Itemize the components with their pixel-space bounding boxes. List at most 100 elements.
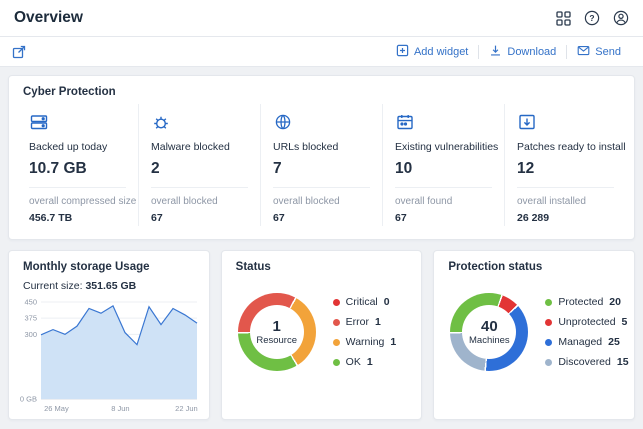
- svg-text:?: ?: [589, 13, 594, 23]
- malware-icon: [151, 112, 248, 132]
- donut-center-value: 1: [273, 319, 281, 334]
- stat-divider: [395, 187, 492, 188]
- svg-text:450: 450: [24, 298, 37, 307]
- popout-icon[interactable]: [12, 45, 26, 59]
- apps-icon[interactable]: [556, 11, 571, 26]
- stat-existing-vulnerabilities: Existing vulnerabilities 10 overall foun…: [382, 104, 504, 226]
- stat-sub-value: 26 289: [517, 212, 614, 224]
- stat-divider: [29, 187, 126, 188]
- send-label: Send: [595, 46, 621, 58]
- donut-center-value: 40: [481, 319, 498, 334]
- stat-sub-label: overall found: [395, 196, 492, 207]
- legend-label: Unprotected: [558, 316, 615, 328]
- legend-dot: [333, 319, 340, 326]
- legend-item-warning: Warning 1: [333, 336, 397, 348]
- legend-dot: [545, 339, 552, 346]
- protection-donut-chart: 40 Machines: [450, 293, 528, 371]
- svg-text:26 May: 26 May: [44, 404, 69, 413]
- dashboard-content: Cyber Protection Backed up today 10.7 GB…: [0, 67, 643, 429]
- stat-divider: [517, 187, 614, 188]
- donut-center-label: Resource: [256, 335, 297, 346]
- stat-value: 10.7 GB: [29, 160, 126, 178]
- current-size-label: Current size:: [23, 280, 83, 292]
- stat-divider: [273, 187, 370, 188]
- stat-malware-blocked: Malware blocked 2 overall blocked 67: [138, 104, 260, 226]
- help-icon[interactable]: ?: [584, 10, 600, 26]
- protection-chart-area: 40 Machines Protected 20 Unprotected: [434, 277, 634, 371]
- legend-item-protected: Protected 20: [545, 296, 626, 308]
- send-icon: [577, 44, 590, 60]
- legend-dot: [545, 319, 552, 326]
- legend-item-unprotected: Unprotected 5: [545, 316, 626, 328]
- legend-label: Warning: [346, 336, 385, 348]
- widget-toolbar: Add widget Download Send: [0, 37, 643, 67]
- stat-value: 12: [517, 160, 614, 178]
- legend-dot: [333, 359, 340, 366]
- widget-title: Monthly storage Usage: [9, 251, 209, 277]
- legend-value: 1: [375, 316, 381, 328]
- widgets-row: Monthly storage Usage Current size: 351.…: [8, 250, 635, 420]
- cyber-protection-widget: Cyber Protection Backed up today 10.7 GB…: [8, 75, 635, 240]
- send-button[interactable]: Send: [567, 44, 631, 60]
- stat-value: 2: [151, 160, 248, 178]
- legend-label: Error: [346, 316, 369, 328]
- legend-value: 20: [609, 296, 621, 308]
- legend-value: 1: [390, 336, 396, 348]
- svg-text:375: 375: [24, 314, 37, 323]
- legend-value: 0: [384, 296, 390, 308]
- download-label: Download: [507, 46, 556, 58]
- stat-sub-value: 67: [151, 212, 248, 224]
- widget-title: Status: [222, 251, 422, 277]
- stat-sub-value: 67: [273, 212, 370, 224]
- download-button[interactable]: Download: [479, 44, 566, 60]
- account-icon[interactable]: [613, 10, 629, 26]
- stat-sub-label: overall compressed size: [29, 196, 126, 207]
- status-legend: Critical 0 Error 1 Warning 1: [333, 296, 397, 368]
- url-blocked-icon: [273, 112, 370, 132]
- svg-text:300: 300: [24, 330, 37, 339]
- current-size-value: 351.65 GB: [85, 280, 136, 292]
- stat-sub-value: 67: [395, 212, 492, 224]
- stat-label: Malware blocked: [151, 141, 248, 153]
- stat-value: 10: [395, 160, 492, 178]
- legend-label: OK: [346, 356, 361, 368]
- donut-center: 1 Resource: [250, 305, 304, 359]
- widget-title: Protection status: [434, 251, 634, 277]
- legend-label: Critical: [346, 296, 378, 308]
- stat-label: Patches ready to install: [517, 141, 614, 153]
- legend-item-error: Error 1: [333, 316, 397, 328]
- legend-label: Protected: [558, 296, 603, 308]
- legend-value: 15: [617, 356, 629, 368]
- stat-label: Existing vulnerabilities: [395, 141, 492, 153]
- svg-text:8 Jun: 8 Jun: [111, 404, 129, 413]
- stat-label: URLs blocked: [273, 141, 370, 153]
- monthly-storage-widget: Monthly storage Usage Current size: 351.…: [8, 250, 210, 420]
- stat-urls-blocked: URLs blocked 7 overall blocked 67: [260, 104, 382, 226]
- stat-sub-value: 456.7 TB: [29, 212, 126, 224]
- status-chart-area: 1 Resource Critical 0 Error: [222, 277, 422, 371]
- backup-icon: [29, 112, 126, 132]
- donut-center: 40 Machines: [462, 305, 516, 359]
- stat-value: 7: [273, 160, 370, 178]
- overview-page: Overview ?: [0, 0, 643, 429]
- patches-icon: [517, 112, 614, 132]
- current-size: Current size: 351.65 GB: [9, 277, 209, 292]
- legend-value: 5: [622, 316, 628, 328]
- cyber-protection-title: Cyber Protection: [9, 76, 634, 102]
- donut-center-label: Machines: [469, 335, 510, 346]
- legend-dot: [545, 359, 552, 366]
- protection-legend: Protected 20 Unprotected 5 Managed 25: [545, 296, 626, 368]
- status-donut-chart: 1 Resource: [238, 293, 316, 371]
- svg-text:22 Jun: 22 Jun: [175, 404, 198, 413]
- stat-sub-label: overall blocked: [151, 196, 248, 207]
- cyber-protection-stats: Backed up today 10.7 GB overall compress…: [9, 102, 634, 239]
- legend-item-critical: Critical 0: [333, 296, 397, 308]
- storage-usage-chart: 4503753000 GB26 May8 Jun22 Jun: [15, 297, 203, 414]
- add-widget-icon: [396, 44, 409, 60]
- legend-label: Discovered: [558, 356, 611, 368]
- add-widget-button[interactable]: Add widget: [386, 44, 478, 60]
- legend-dot: [333, 299, 340, 306]
- legend-item-ok: OK 1: [333, 356, 397, 368]
- header-icons: ?: [556, 10, 629, 26]
- legend-label: Managed: [558, 336, 602, 348]
